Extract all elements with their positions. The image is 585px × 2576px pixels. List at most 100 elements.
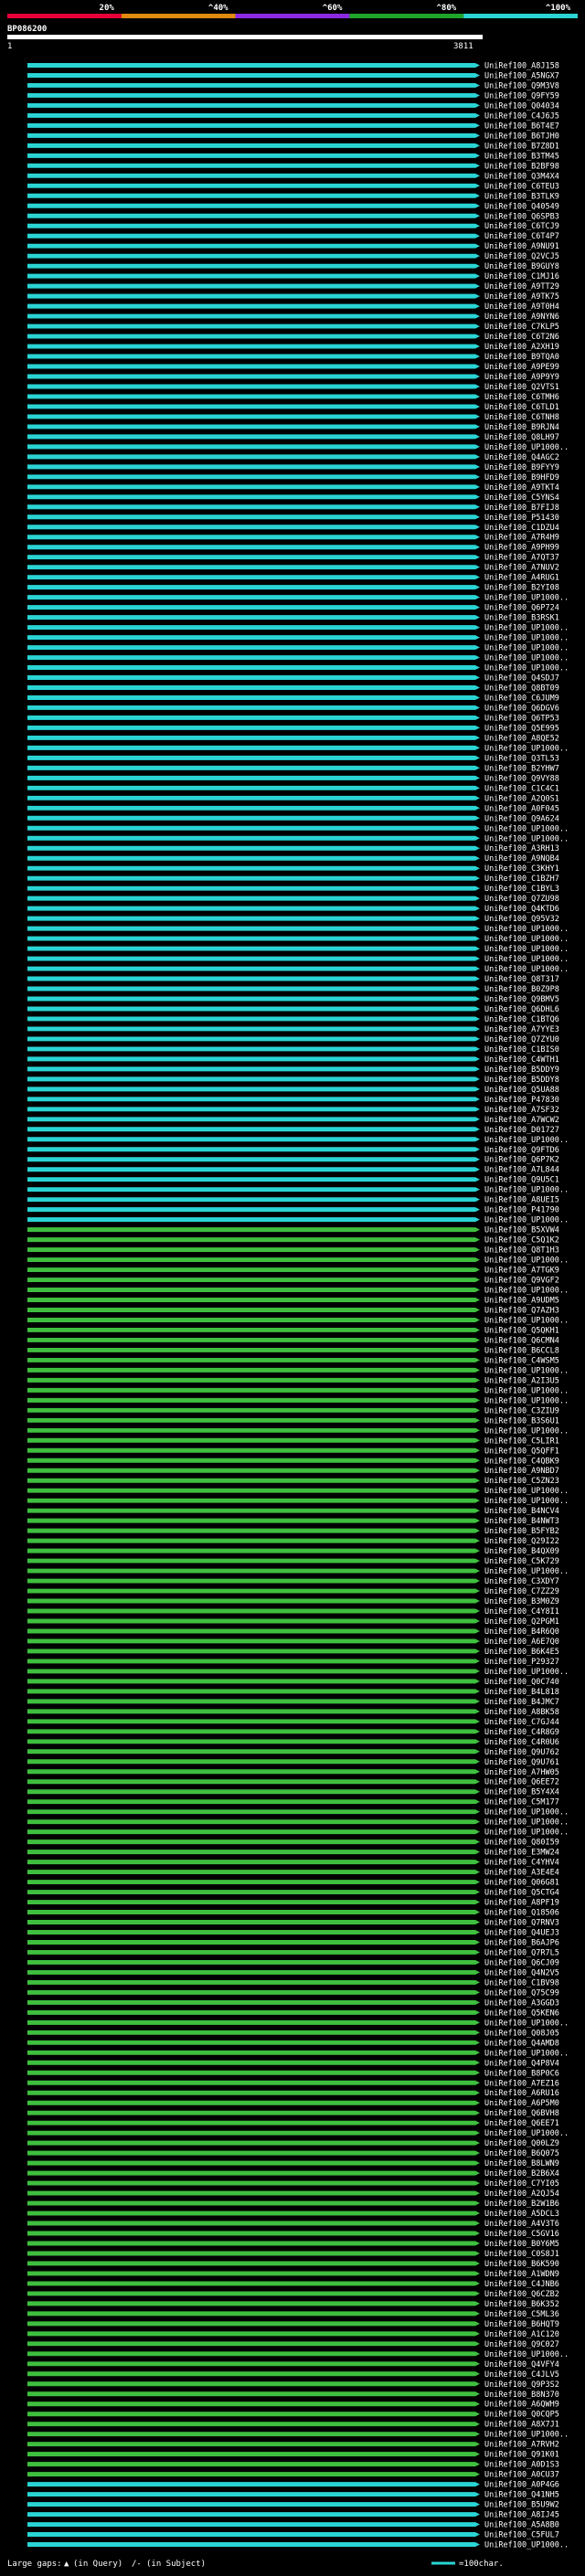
hit-label[interactable]: UniRef100_C4R8G9	[484, 1728, 559, 1737]
hit-label[interactable]: UniRef100_Q4N2V5	[484, 1968, 559, 1977]
hit-label[interactable]: UniRef100_C7GJ44	[484, 1718, 559, 1727]
hit-label[interactable]: UniRef100_A9NYN6	[484, 313, 559, 322]
hit-label[interactable]: UniRef100_A7NUV2	[484, 564, 559, 573]
hit-label[interactable]: UniRef100_UP1000..	[484, 945, 569, 954]
hit-label[interactable]: UniRef100_A0P4G6	[484, 2481, 559, 2490]
hit-label[interactable]: UniRef100_E3MW24	[484, 1849, 559, 1858]
hit-label[interactable]: UniRef100_C3KHY1	[484, 864, 559, 874]
hit-label[interactable]: UniRef100_Q3M4X4	[484, 172, 559, 181]
hit-label[interactable]: UniRef100_A5A8B0	[484, 2521, 559, 2530]
hit-label[interactable]: UniRef100_A7WCW2	[484, 1116, 559, 1125]
hit-label[interactable]: UniRef100_C1BYL3	[484, 885, 559, 894]
hit-label[interactable]: UniRef100_B3RSK1	[484, 614, 559, 623]
hit-label[interactable]: UniRef100_UP1000..	[484, 1829, 569, 1838]
hit-label[interactable]: UniRef100_UP1000..	[484, 624, 569, 633]
hit-label[interactable]: UniRef100_Q5QKH1	[484, 1326, 559, 1335]
hit-label[interactable]: UniRef100_Q6DHL6	[484, 1005, 559, 1014]
hit-label[interactable]: UniRef100_A3RH13	[484, 844, 559, 853]
hit-label[interactable]: UniRef100_A7RVH2	[484, 2441, 559, 2450]
hit-label[interactable]: UniRef100_UP1000..	[484, 2350, 569, 2359]
hit-label[interactable]: UniRef100_Q6BVH8	[484, 2109, 559, 2118]
hit-label[interactable]: UniRef100_A7QT37	[484, 554, 559, 563]
hit-label[interactable]: UniRef100_A0CU37	[484, 2471, 559, 2480]
hit-label[interactable]: UniRef100_P47830	[484, 1096, 559, 1105]
hit-label[interactable]: UniRef100_B3TM45	[484, 152, 559, 161]
hit-label[interactable]: UniRef100_B2B6X4	[484, 2169, 559, 2178]
hit-label[interactable]: UniRef100_Q40549	[484, 202, 559, 211]
hit-label[interactable]: UniRef100_C6T4P7	[484, 232, 559, 241]
hit-label[interactable]: UniRef100_Q7R7L5	[484, 1948, 559, 1957]
hit-label[interactable]: UniRef100_UP1000..	[484, 2019, 569, 2028]
hit-label[interactable]: UniRef100_B0Z9P8	[484, 985, 559, 994]
hit-label[interactable]: UniRef100_B2YI08	[484, 584, 559, 593]
hit-label[interactable]: UniRef100_C1C4C1	[484, 784, 559, 793]
hit-label[interactable]: UniRef100_A5DCL3	[484, 2210, 559, 2219]
hit-label[interactable]: UniRef100_C6TMH6	[484, 393, 559, 402]
hit-label[interactable]: UniRef100_Q8LH97	[484, 433, 559, 442]
hit-label[interactable]: UniRef100_A2I3U5	[484, 1376, 559, 1385]
hit-label[interactable]: UniRef100_Q4P8V4	[484, 2059, 559, 2068]
hit-label[interactable]: UniRef100_Q91K01	[484, 2451, 559, 2460]
hit-label[interactable]: UniRef100_A8BK58	[484, 1708, 559, 1717]
hit-label[interactable]: UniRef100_C5ZN23	[484, 1477, 559, 1486]
hit-label[interactable]: UniRef100_A7TGK9	[484, 1267, 559, 1276]
hit-label[interactable]: UniRef100_B6Q075	[484, 2149, 559, 2158]
hit-label[interactable]: UniRef100_D01727	[484, 1126, 559, 1135]
hit-label[interactable]: UniRef100_C7KLP5	[484, 323, 559, 332]
hit-label[interactable]: UniRef100_Q6P7K2	[484, 1156, 559, 1165]
hit-label[interactable]: UniRef100_C3ZIU9	[484, 1406, 559, 1415]
hit-label[interactable]: UniRef100_A6P5M0	[484, 2099, 559, 2108]
hit-label[interactable]: UniRef100_B6K590	[484, 2260, 559, 2269]
hit-label[interactable]: UniRef100_B4NCV4	[484, 1507, 559, 1516]
hit-label[interactable]: UniRef100_Q4AMD8	[484, 2039, 559, 2048]
hit-label[interactable]: UniRef100_C5FUL7	[484, 2531, 559, 2540]
hit-label[interactable]: UniRef100_UP1000..	[484, 834, 569, 843]
hit-label[interactable]: UniRef100_Q7RNV3	[484, 1919, 559, 1928]
hit-label[interactable]: UniRef100_C0S8J1	[484, 2250, 559, 2259]
hit-label[interactable]: UniRef100_C4YHV4	[484, 1859, 559, 1868]
hit-label[interactable]: UniRef100_C5Q1K2	[484, 1236, 559, 1246]
hit-label[interactable]: UniRef100_C1BIS0	[484, 1045, 559, 1055]
hit-label[interactable]: UniRef100_Q4UEJ3	[484, 1928, 559, 1937]
hit-label[interactable]: UniRef100_B4QX09	[484, 1547, 559, 1556]
hit-label[interactable]: UniRef100_B4NWT3	[484, 1517, 559, 1526]
hit-label[interactable]: UniRef100_A9TK75	[484, 292, 559, 302]
hit-label[interactable]: UniRef100_C5K729	[484, 1557, 559, 1566]
hit-label[interactable]: UniRef100_UP1000..	[484, 443, 569, 452]
hit-label[interactable]: UniRef100_B7Z8D1	[484, 142, 559, 151]
hit-label[interactable]: UniRef100_B5U9W2	[484, 2501, 559, 2510]
hit-label[interactable]: UniRef100_Q6EE72	[484, 1778, 559, 1787]
hit-label[interactable]: UniRef100_A9TKT4	[484, 483, 559, 493]
hit-label[interactable]: UniRef100_B4JMC7	[484, 1698, 559, 1707]
hit-label[interactable]: UniRef100_A7EZ16	[484, 2079, 559, 2088]
hit-label[interactable]: UniRef100_A0F045	[484, 804, 559, 813]
hit-label[interactable]: UniRef100_B5DDY9	[484, 1065, 559, 1075]
hit-label[interactable]: UniRef100_A9NBD7	[484, 1467, 559, 1476]
hit-label[interactable]: UniRef100_C6JUM9	[484, 694, 559, 703]
hit-label[interactable]: UniRef100_A8UEI5	[484, 1196, 559, 1205]
hit-label[interactable]: UniRef100_B0Y6M5	[484, 2240, 559, 2249]
hit-label[interactable]: UniRef100_Q5UA88	[484, 1086, 559, 1095]
hit-label[interactable]: UniRef100_Q5E995	[484, 724, 559, 733]
hit-label[interactable]: UniRef100_Q9FTD6	[484, 1146, 559, 1155]
hit-label[interactable]: UniRef100_UP1000..	[484, 654, 569, 663]
hit-label[interactable]: UniRef100_A9NQB4	[484, 854, 559, 864]
hit-label[interactable]: UniRef100_UP1000..	[484, 1497, 569, 1506]
hit-label[interactable]: UniRef100_B9TQA0	[484, 353, 559, 362]
hit-label[interactable]: UniRef100_Q5CTG4	[484, 1889, 559, 1898]
hit-label[interactable]: UniRef100_UP1000..	[484, 1567, 569, 1576]
hit-label[interactable]: UniRef100_A0D1S3	[484, 2461, 559, 2470]
hit-label[interactable]: UniRef100_Q3TL53	[484, 754, 559, 763]
hit-label[interactable]: UniRef100_UP1000..	[484, 2431, 569, 2440]
hit-label[interactable]: UniRef100_A7YYE3	[484, 1025, 559, 1034]
hit-label[interactable]: UniRef100_UP1000..	[484, 965, 569, 974]
hit-label[interactable]: UniRef100_C4R0U6	[484, 1738, 559, 1747]
hit-label[interactable]: UniRef100_A5NGX7	[484, 71, 559, 80]
hit-label[interactable]: UniRef100_Q7AZH3	[484, 1306, 559, 1315]
hit-label[interactable]: UniRef100_C4JNB6	[484, 2280, 559, 2289]
hit-label[interactable]: UniRef100_C1BV98	[484, 1978, 559, 1988]
hit-label[interactable]: UniRef100_Q00LZ9	[484, 2139, 559, 2148]
hit-label[interactable]: UniRef100_B6AJP6	[484, 1938, 559, 1947]
hit-label[interactable]: UniRef100_Q8T1H3	[484, 1246, 559, 1256]
hit-label[interactable]: UniRef100_B5Y4X4	[484, 1788, 559, 1797]
